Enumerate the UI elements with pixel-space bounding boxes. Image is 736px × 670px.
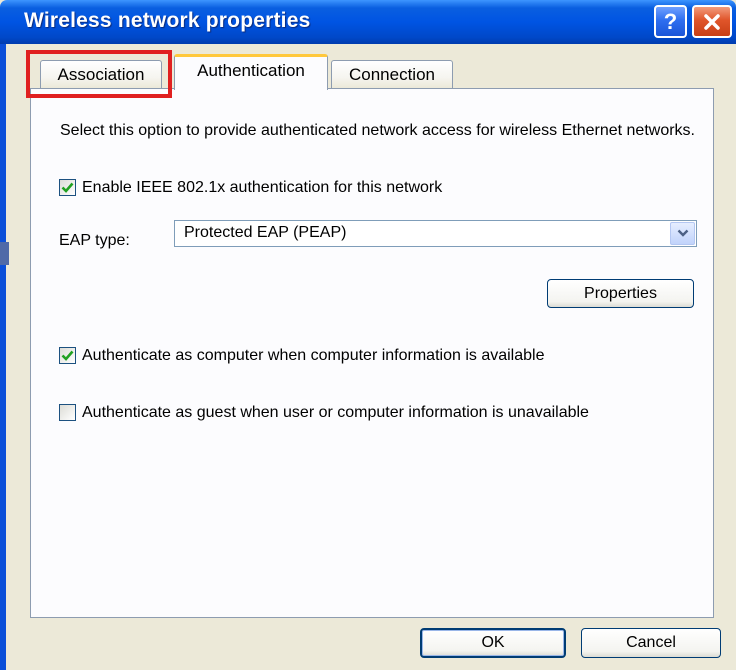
cancel-button[interactable]: Cancel xyxy=(581,628,721,658)
enable-ieee-label: Enable IEEE 802.1x authentication for th… xyxy=(82,179,443,196)
checkmark-icon xyxy=(61,182,74,193)
ok-button-label: OK xyxy=(481,634,505,651)
authenticate-guest-label: Authenticate as guest when user or compu… xyxy=(82,404,589,421)
ok-button[interactable]: OK xyxy=(420,628,566,658)
eap-type-label: EAP type: xyxy=(59,232,130,249)
tab-connection[interactable]: Connection xyxy=(331,60,453,88)
enable-ieee-checkbox[interactable] xyxy=(59,179,76,196)
checkmark-icon xyxy=(61,350,74,361)
description-text: Select this option to provide authentica… xyxy=(60,122,695,139)
close-button[interactable] xyxy=(692,5,732,38)
close-icon xyxy=(704,13,720,30)
help-button[interactable]: ? xyxy=(654,5,687,38)
tab-authentication[interactable]: Authentication xyxy=(174,54,328,90)
help-icon: ? xyxy=(663,8,678,34)
window-title: Wireless network properties xyxy=(24,9,311,32)
eap-type-row: EAP type: xyxy=(59,224,130,250)
chevron-down-icon xyxy=(677,229,688,237)
tab-authentication-label: Authentication xyxy=(197,61,305,80)
eap-type-value: Protected EAP (PEAP) xyxy=(184,224,347,241)
authenticate-computer-row: Authenticate as computer when computer i… xyxy=(59,347,544,365)
authenticate-computer-checkbox[interactable] xyxy=(59,347,76,364)
highlight-box xyxy=(26,50,172,98)
tab-connection-label: Connection xyxy=(348,64,435,84)
dropdown-button[interactable] xyxy=(670,222,695,245)
enable-ieee-row: Enable IEEE 802.1x authentication for th… xyxy=(59,179,442,197)
window-left-border xyxy=(0,44,6,670)
properties-button-label: Properties xyxy=(584,284,657,302)
cancel-button-label: Cancel xyxy=(626,634,676,651)
authentication-panel: Select this option to provide authentica… xyxy=(30,88,714,618)
eap-type-select[interactable]: Protected EAP (PEAP) xyxy=(174,220,697,247)
authenticate-guest-checkbox[interactable] xyxy=(59,404,76,421)
background-window-edge xyxy=(0,242,9,265)
properties-button[interactable]: Properties xyxy=(547,279,694,308)
authenticate-computer-label: Authenticate as computer when computer i… xyxy=(82,347,545,364)
authenticate-guest-row: Authenticate as guest when user or compu… xyxy=(59,404,652,422)
dialog-window: Wireless network properties ? Associatio… xyxy=(0,0,736,670)
title-bar[interactable]: Wireless network properties ? xyxy=(0,0,736,44)
